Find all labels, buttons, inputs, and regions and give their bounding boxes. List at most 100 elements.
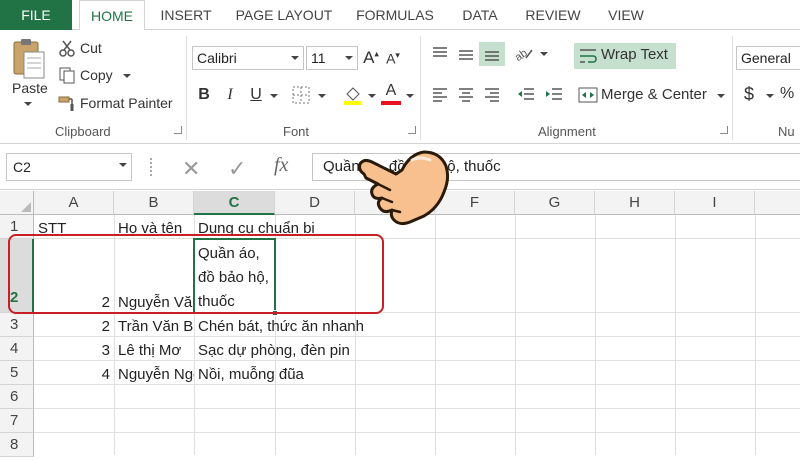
cell-b5-text: Nguyễn Ngọc	[118, 366, 194, 383]
tab-page-layout[interactable]: PAGE LAYOUT	[228, 0, 340, 30]
clipboard-launcher-icon[interactable]	[174, 126, 182, 134]
fill-color-icon[interactable]	[342, 84, 364, 111]
chevron-down-icon	[345, 56, 353, 60]
decrease-font-icon[interactable]: A▾	[384, 50, 402, 67]
format-painter-button[interactable]: Format Painter	[80, 95, 173, 111]
currency-dropdown-icon[interactable]	[766, 94, 774, 98]
column-header-b[interactable]: B	[114, 191, 194, 215]
font-color-swatch	[381, 101, 401, 105]
name-box[interactable]: C2	[6, 153, 132, 181]
font-size-select[interactable]: 11	[306, 46, 358, 70]
align-top-icon[interactable]	[430, 44, 450, 69]
borders-icon[interactable]	[292, 86, 310, 109]
align-left-icon[interactable]	[430, 84, 450, 109]
bold-button[interactable]: B	[196, 86, 212, 104]
cell-c3[interactable]: Chén bát, thức ăn nhanh	[194, 313, 364, 337]
number-group-label: Nu	[778, 124, 795, 139]
column-header-d[interactable]: D	[275, 191, 355, 215]
select-all-corner[interactable]	[0, 191, 34, 215]
cancel-entry-icon[interactable]: ✕	[182, 156, 200, 182]
alignment-group-label: Alignment	[538, 124, 596, 139]
copy-dropdown-icon[interactable]	[123, 74, 131, 78]
merge-center-button[interactable]: Merge & Center	[578, 82, 728, 108]
cut-icon[interactable]	[58, 39, 76, 62]
tab-review[interactable]: REVIEW	[518, 0, 588, 30]
currency-format-button[interactable]: $	[744, 84, 754, 105]
font-name-value: Calibri	[197, 50, 237, 66]
row-header-8[interactable]: 8	[0, 433, 34, 457]
format-painter-icon[interactable]	[58, 94, 76, 117]
cell-a4[interactable]: 3	[34, 337, 114, 361]
cell-a3[interactable]: 2	[34, 313, 114, 337]
align-center-icon[interactable]	[456, 84, 476, 109]
cell-c3-text: Chén bát, thức ăn nhanh	[198, 318, 364, 335]
cell-c5[interactable]: Nồi, muỗng đũa	[194, 361, 304, 385]
font-launcher-icon[interactable]	[408, 126, 416, 134]
highlight-callout	[8, 234, 384, 314]
font-color-dropdown-icon[interactable]	[406, 94, 414, 98]
column-header-j	[755, 191, 800, 215]
cell-b5[interactable]: Nguyễn Ngọc	[114, 361, 194, 385]
tab-data[interactable]: DATA	[450, 0, 510, 30]
align-middle-icon[interactable]	[456, 44, 476, 69]
chevron-down-icon	[717, 94, 725, 98]
italic-button[interactable]: I	[222, 86, 238, 104]
group-divider	[420, 36, 421, 140]
copy-icon[interactable]	[58, 66, 76, 89]
tab-formulas[interactable]: FORMULAS	[348, 0, 442, 30]
cell-b3[interactable]: Trần Văn B	[114, 313, 194, 337]
formula-bar-grip[interactable]	[150, 158, 154, 176]
row-header-6[interactable]: 6	[0, 385, 34, 409]
orientation-dropdown-icon[interactable]	[540, 52, 548, 56]
tab-view[interactable]: VIEW	[596, 0, 656, 30]
column-header-g[interactable]: G	[515, 191, 595, 215]
column-header-h[interactable]: H	[595, 191, 675, 215]
paste-icon[interactable]	[10, 36, 48, 82]
wrap-text-label: Wrap Text	[601, 46, 668, 63]
row-header-5[interactable]: 5	[0, 361, 34, 385]
copy-button[interactable]: Copy	[80, 67, 113, 83]
decrease-indent-icon[interactable]	[516, 84, 536, 109]
underline-dropdown-icon[interactable]	[270, 94, 278, 98]
increase-indent-icon[interactable]	[544, 84, 564, 109]
font-name-select[interactable]: Calibri	[192, 46, 304, 70]
number-format-select[interactable]: General	[736, 46, 800, 70]
confirm-entry-icon[interactable]: ✓	[228, 156, 246, 182]
column-header-a[interactable]: A	[34, 191, 114, 215]
insert-function-icon[interactable]: fx	[274, 154, 288, 177]
column-header-i[interactable]: I	[675, 191, 755, 215]
wrap-text-button[interactable]: Wrap Text	[574, 43, 676, 69]
borders-dropdown-icon[interactable]	[318, 94, 326, 98]
font-color-icon[interactable]: A	[380, 82, 402, 106]
paste-dropdown-icon[interactable]	[24, 102, 32, 106]
cell-c4[interactable]: Sạc dự phòng, đèn pin	[194, 337, 350, 361]
tab-file[interactable]: FILE	[0, 0, 72, 30]
font-color-letter: A	[385, 82, 397, 99]
number-format-value: General	[741, 50, 791, 66]
font-group-label: Font	[283, 124, 310, 139]
cell-b4[interactable]: Lê thị Mơ	[114, 337, 194, 361]
align-bottom-icon[interactable]	[479, 42, 505, 66]
underline-button[interactable]: U	[248, 86, 264, 104]
row-header-3[interactable]: 3	[0, 313, 34, 337]
cell-b3-text: Trần Văn B	[118, 318, 194, 335]
cut-button[interactable]: Cut	[80, 40, 102, 56]
fill-color-dropdown-icon[interactable]	[368, 94, 376, 98]
percent-format-button[interactable]: %	[780, 85, 794, 103]
ribbon: Paste Cut Copy Format Painter Clipboard …	[0, 30, 800, 144]
cell-c4-text: Sạc dự phòng, đèn pin	[198, 342, 350, 359]
orientation-icon[interactable]: ab	[512, 44, 536, 69]
row-header-4[interactable]: 4	[0, 337, 34, 361]
tab-insert[interactable]: INSERT	[152, 0, 220, 30]
align-right-icon[interactable]	[482, 84, 502, 109]
alignment-launcher-icon[interactable]	[720, 126, 728, 134]
tab-home[interactable]: HOME	[79, 0, 145, 31]
column-header-c[interactable]: C	[194, 191, 275, 215]
paste-button[interactable]: Paste	[12, 80, 48, 96]
cell-a5[interactable]: 4	[34, 361, 114, 385]
row-header-7[interactable]: 7	[0, 409, 34, 433]
clipboard-group-label: Clipboard	[55, 124, 111, 139]
merge-center-label: Merge & Center	[601, 86, 707, 103]
merge-center-icon	[578, 87, 598, 103]
increase-font-icon[interactable]: A▴	[362, 48, 380, 68]
